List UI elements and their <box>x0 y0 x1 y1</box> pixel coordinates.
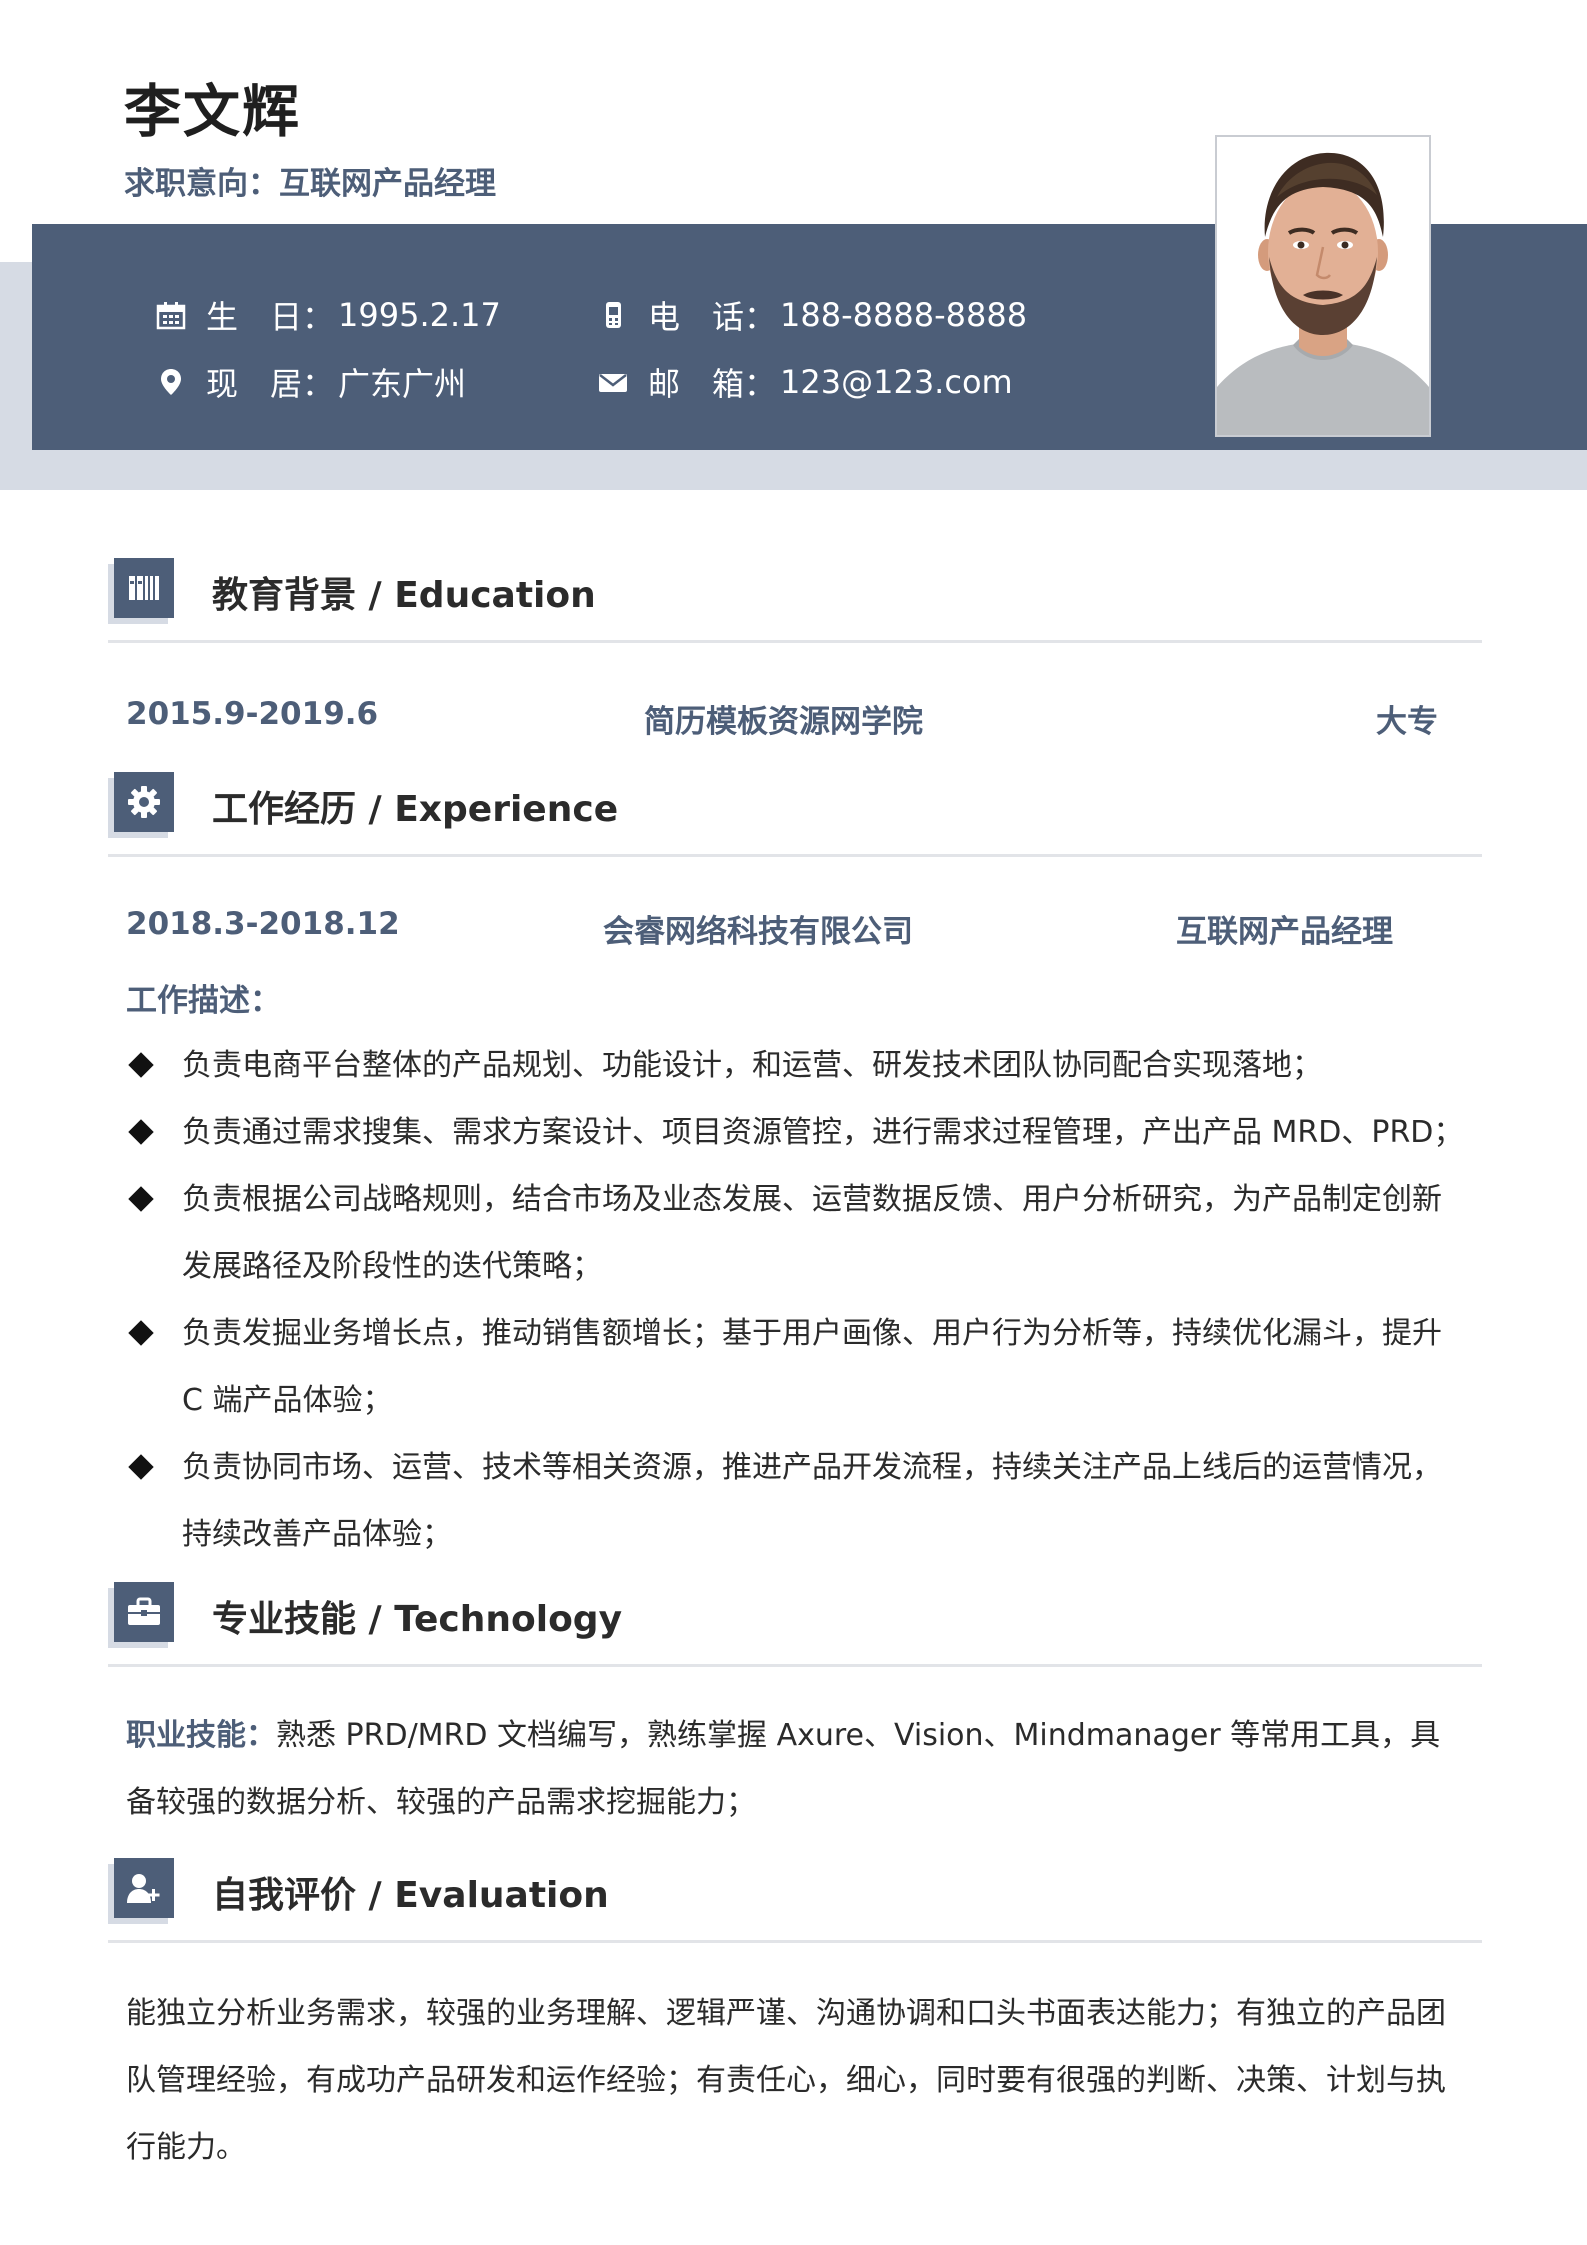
email-label: 邮 箱： <box>648 365 777 403</box>
books-icon <box>114 558 174 618</box>
calendar-icon <box>156 300 186 330</box>
phone-value: 188-8888-8888 <box>780 296 1028 334</box>
experience-title: 工作经历 / Experience <box>212 789 619 830</box>
divider <box>108 854 1482 857</box>
skills-paragraph: 职业技能：熟悉 PRD/MRD 文档编写，熟练掌握 Axure、Vision、M… <box>126 1702 1466 1836</box>
experience-period: 2018.3-2018.12 <box>126 906 400 942</box>
evaluation-title: 自我评价 / Evaluation <box>212 1875 609 1916</box>
experience-company: 会睿网络科技有限公司 <box>603 914 913 950</box>
work-description-list: 负责电商平台整体的产品规划、功能设计，和运营、研发技术团队协同配合实现落地； 负… <box>124 1032 1464 1568</box>
skills-title: 专业技能 / Technology <box>212 1599 623 1640</box>
job-intent: 求职意向：互联网产品经理 <box>124 166 496 202</box>
gear-icon <box>114 772 174 832</box>
list-item: 负责根据公司战略规则，结合市场及业态发展、运营数据反馈、用户分析研究，为产品制定… <box>124 1166 1464 1300</box>
email-value: 123@123.com <box>780 363 1013 401</box>
residence-value: 广东广州 <box>338 365 467 403</box>
phone-info: 电 话： 188-8888-8888 <box>598 292 1027 338</box>
envelope-icon <box>598 367 628 397</box>
user-plus-icon <box>114 1858 174 1918</box>
candidate-name: 李文辉 <box>124 79 301 145</box>
residence-info: 现 居： 广东广州 <box>156 359 466 405</box>
education-period: 2015.9-2019.6 <box>126 696 379 732</box>
diamond-bullet-icon <box>128 1186 154 1212</box>
diamond-bullet-icon <box>128 1320 154 1346</box>
location-pin-icon <box>156 367 186 397</box>
divider <box>108 1664 1482 1667</box>
birth-info: 生 日： 1995.2.17 <box>156 292 501 338</box>
profile-photo <box>1215 135 1431 437</box>
list-item: 负责通过需求搜集、需求方案设计、项目资源管控，进行需求过程管理，产出产品 MRD… <box>124 1099 1464 1166</box>
diamond-bullet-icon <box>128 1119 154 1145</box>
evaluation-text: 能独立分析业务需求，较强的业务理解、逻辑严谨、沟通协调和口头书面表达能力；有独立… <box>126 1996 1446 2165</box>
birth-label: 生 日： <box>206 298 335 336</box>
birth-value: 1995.2.17 <box>338 296 501 334</box>
residence-label: 现 居： <box>206 365 335 403</box>
skills-label: 职业技能： <box>126 1718 276 1753</box>
skills-text: 熟悉 PRD/MRD 文档编写，熟练掌握 Axure、Vision、Mindma… <box>126 1718 1441 1820</box>
briefcase-icon <box>114 1582 174 1642</box>
phone-label: 电 话： <box>648 298 777 336</box>
work-desc-label: 工作描述： <box>126 983 281 1019</box>
experience-position: 互联网产品经理 <box>1176 914 1393 950</box>
phone-icon <box>598 300 628 330</box>
education-degree: 大专 <box>1376 704 1438 740</box>
list-item: 负责协同市场、运营、技术等相关资源，推进产品开发流程，持续关注产品上线后的运营情… <box>124 1434 1464 1568</box>
divider <box>108 1940 1482 1943</box>
list-item: 负责发掘业务增长点，推动销售额增长；基于用户画像、用户行为分析等，持续优化漏斗，… <box>124 1300 1464 1434</box>
divider <box>108 640 1482 643</box>
education-school: 简历模板资源网学院 <box>644 704 923 740</box>
diamond-bullet-icon <box>128 1454 154 1480</box>
diamond-bullet-icon <box>128 1052 154 1078</box>
list-item: 负责电商平台整体的产品规划、功能设计，和运营、研发技术团队协同配合实现落地； <box>124 1032 1464 1099</box>
education-title: 教育背景 / Education <box>212 575 596 616</box>
email-info: 邮 箱： 123@123.com <box>598 359 1013 405</box>
